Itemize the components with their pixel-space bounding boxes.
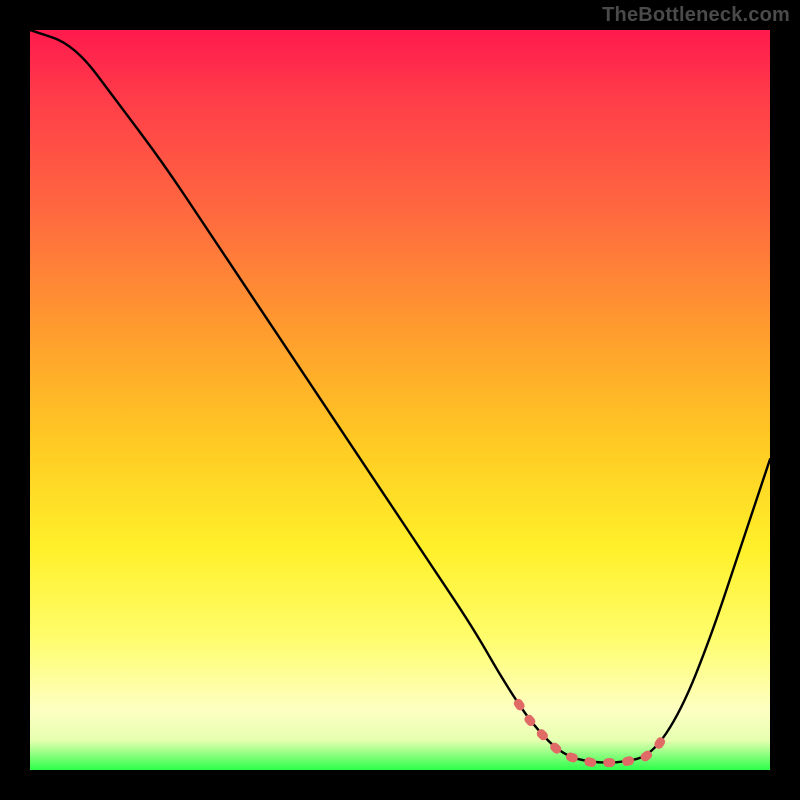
attribution-label: TheBottleneck.com	[602, 4, 790, 27]
curve-svg	[30, 30, 770, 770]
highlight-segment	[518, 703, 666, 762]
bottleneck-curve-path	[30, 30, 770, 763]
chart-frame: TheBottleneck.com	[0, 0, 800, 800]
plot-area	[30, 30, 770, 770]
